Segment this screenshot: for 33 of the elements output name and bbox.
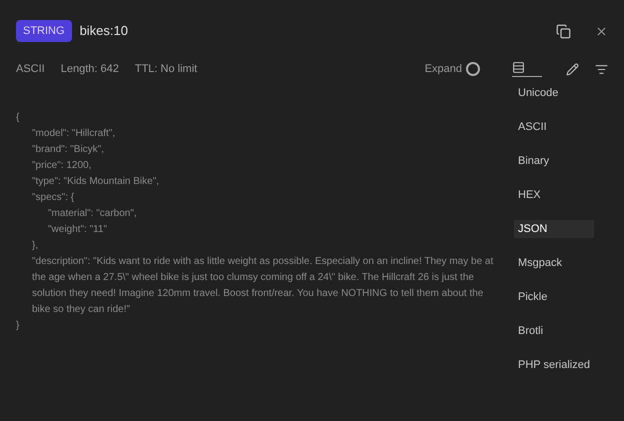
code-line: "material": "carbon", xyxy=(48,207,138,221)
encoding-label: ASCII xyxy=(16,62,45,77)
close-icon[interactable] xyxy=(595,24,608,38)
format-option[interactable]: HEX xyxy=(514,186,594,204)
edit-icon[interactable] xyxy=(566,62,579,76)
format-option[interactable]: Msgpack xyxy=(514,254,594,272)
code-line: "weight": "11" xyxy=(48,223,108,237)
format-option[interactable]: Binary xyxy=(514,152,594,170)
rows-icon xyxy=(512,61,525,74)
expand-label: Expand xyxy=(424,62,462,77)
code-line: "price": 1200, xyxy=(32,159,92,173)
code-line: "specs": { xyxy=(32,191,76,205)
copy-icon[interactable] xyxy=(556,24,571,38)
code-line: "brand": "Bicyk", xyxy=(32,143,106,157)
format-option[interactable]: Unicode xyxy=(514,84,594,102)
more-icon[interactable] xyxy=(595,62,608,76)
format-option[interactable]: PHP serialized xyxy=(514,356,594,374)
type-badge: STRING xyxy=(16,20,72,42)
format-option[interactable]: Brotli xyxy=(514,322,594,340)
code-line: "model": "Hillcraft", xyxy=(32,127,116,141)
length-label: Length: 642 xyxy=(60,62,119,77)
code-line: } xyxy=(16,319,20,333)
format-option[interactable]: JSON xyxy=(514,220,594,238)
key-name: bikes:10 xyxy=(80,22,128,40)
format-option[interactable]: ASCII xyxy=(514,118,594,136)
ttl-label: TTL: No limit xyxy=(134,62,198,77)
code-line: "type": "Kids Mountain Bike", xyxy=(32,175,160,189)
format-option[interactable]: Pickle xyxy=(514,288,594,306)
expand-toggle[interactable] xyxy=(466,62,480,76)
code-line: { xyxy=(16,111,20,125)
code-line: "description": "Kids want to ride with as little weight as possible. Especially on an incline! They may be at the age when a 27.5\" wheel bike is just too clumsy coming off a 24\" bike. The Hillcraft 26 is just the solution they need! Imagine 120mm travel. Boost front/rear. You have NOTHING to tell them about the bike so they can ride!" xyxy=(32,255,494,317)
code-line: }, xyxy=(32,239,40,253)
format-button[interactable] xyxy=(512,61,542,77)
